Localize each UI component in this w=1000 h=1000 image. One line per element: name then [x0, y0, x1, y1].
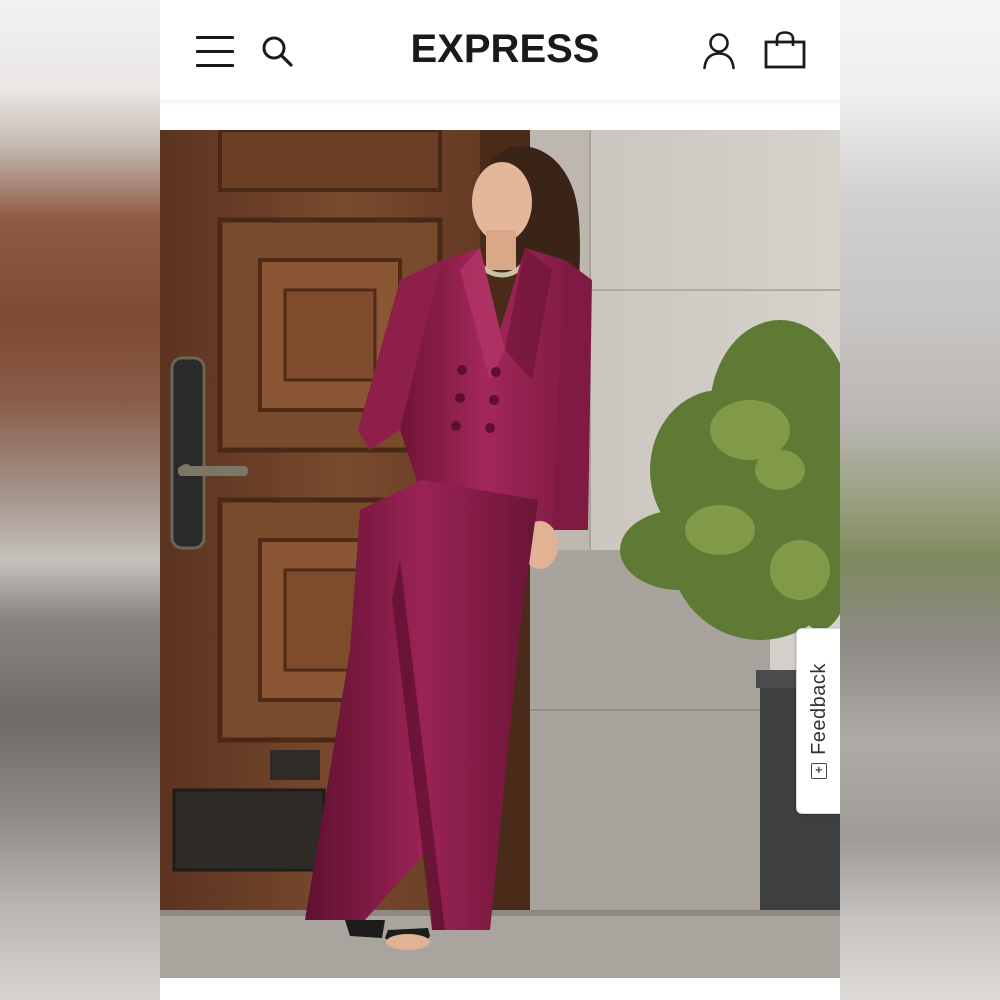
feedback-button[interactable]: + Feedback: [796, 628, 840, 814]
backdrop-left: [0, 0, 160, 1000]
site-header: EXPRESS: [160, 0, 840, 100]
hero-photo: [160, 130, 840, 978]
brand-logo[interactable]: EXPRESS: [370, 24, 640, 74]
account-icon[interactable]: [702, 32, 736, 70]
header-divider: [160, 100, 840, 106]
app-frame: EXPRESS + Feedback: [160, 0, 840, 1000]
menu-icon[interactable]: [196, 34, 234, 68]
feedback-label: Feedback: [807, 663, 830, 755]
shopping-bag-icon[interactable]: [764, 31, 806, 69]
hero-product-image[interactable]: + Feedback: [160, 130, 840, 978]
backdrop-right: [840, 0, 1000, 1000]
feedback-plus-icon: +: [811, 762, 827, 779]
search-icon[interactable]: [260, 34, 294, 68]
